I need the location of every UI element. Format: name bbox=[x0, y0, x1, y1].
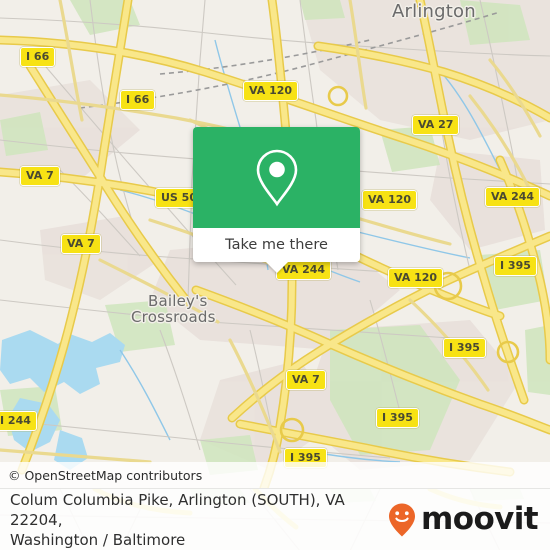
map-pin-icon bbox=[256, 149, 297, 206]
location-callout-card[interactable]: Take me there bbox=[193, 127, 360, 273]
callout-image-panel bbox=[193, 127, 360, 228]
map-canvas[interactable]: Arlington Bailey's Crossroads I 66 I 66 … bbox=[0, 0, 550, 488]
highway-shield[interactable]: I 244 bbox=[0, 411, 37, 431]
address-line-1: Colum Columbia Pike, Arlington (SOUTH), … bbox=[10, 490, 345, 529]
openstreetmap-attribution[interactable]: © OpenStreetMap contributors bbox=[0, 468, 202, 483]
moovit-wordmark: moovit bbox=[421, 501, 539, 537]
highway-shield[interactable]: VA 120 bbox=[388, 268, 444, 288]
highway-shield[interactable]: VA 120 bbox=[243, 81, 299, 101]
highway-shield[interactable]: I 66 bbox=[120, 90, 156, 110]
highway-shield[interactable]: I 395 bbox=[376, 408, 419, 428]
highway-shield[interactable]: VA 120 bbox=[362, 190, 418, 210]
moovit-smiley-pin-icon bbox=[389, 503, 416, 536]
highway-shield[interactable]: VA 244 bbox=[485, 187, 541, 207]
address-line-2: Washington / Baltimore bbox=[10, 530, 186, 549]
map-share-card: Arlington Bailey's Crossroads I 66 I 66 … bbox=[0, 0, 550, 550]
footer-bar: Colum Columbia Pike, Arlington (SOUTH), … bbox=[0, 488, 550, 550]
highway-shield[interactable]: I 66 bbox=[20, 47, 56, 67]
highway-shield[interactable]: VA 27 bbox=[412, 115, 460, 135]
moovit-logo[interactable]: moovit bbox=[387, 502, 542, 538]
highway-shield[interactable]: VA 7 bbox=[61, 234, 101, 254]
location-address: Colum Columbia Pike, Arlington (SOUTH), … bbox=[10, 490, 387, 550]
callout-pointer-tail bbox=[265, 262, 288, 273]
highway-shield[interactable]: I 395 bbox=[443, 338, 486, 358]
highway-shield[interactable]: I 395 bbox=[494, 256, 537, 276]
highway-shield[interactable]: VA 7 bbox=[286, 370, 326, 390]
map-attribution-bar: © OpenStreetMap contributors bbox=[0, 462, 550, 488]
highway-shield[interactable]: VA 7 bbox=[20, 166, 60, 186]
place-label-baileys-crossroads-line2: Crossroads bbox=[131, 308, 216, 326]
take-me-there-button[interactable]: Take me there bbox=[193, 228, 360, 273]
take-me-there-label: Take me there bbox=[225, 237, 328, 253]
footer-content: Colum Columbia Pike, Arlington (SOUTH), … bbox=[0, 490, 550, 550]
place-label-arlington: Arlington bbox=[392, 1, 476, 22]
